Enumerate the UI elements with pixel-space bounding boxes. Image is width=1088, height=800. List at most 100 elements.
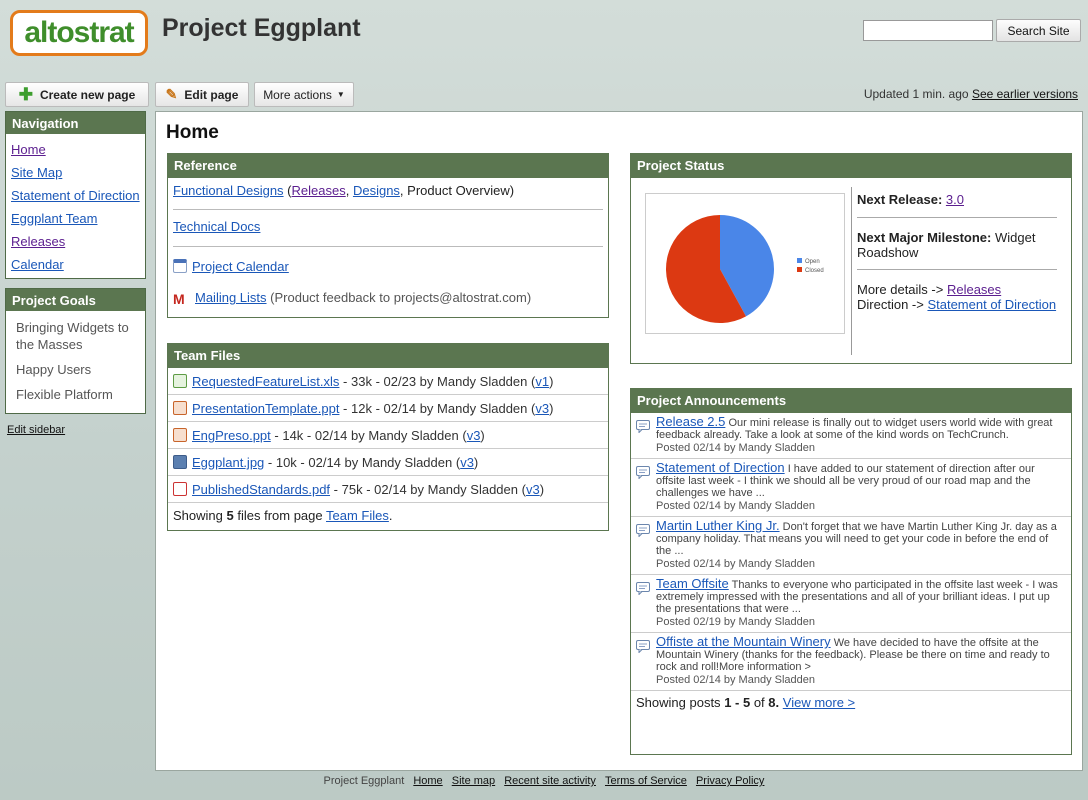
more-actions-button[interactable]: More actions ▼ xyxy=(254,82,354,107)
file-size: 14k xyxy=(282,428,304,443)
file-date: 02/14 xyxy=(308,455,341,470)
updated-info: Updated 1 min. ago See earlier versions xyxy=(864,87,1078,101)
announcement-posted: Posted 02/14 by Mandy Sladden xyxy=(656,558,816,570)
announcement-item: Statement of Direction I have added to o… xyxy=(631,459,1071,517)
footer-site-map-link[interactable]: Site map xyxy=(452,775,495,787)
file-date: 02/14 xyxy=(383,401,417,416)
create-page-button[interactable]: ✚ Create new page xyxy=(5,82,149,107)
statement-of-direction-link[interactable]: Statement of Direction xyxy=(927,297,1056,312)
technical-docs-link[interactable]: Technical Docs xyxy=(173,219,260,234)
announcement-item: Release 2.5 Our mini release is finally … xyxy=(631,413,1071,459)
nav-item-calendar[interactable]: Calendar xyxy=(11,257,64,272)
next-release-link[interactable]: 3.0 xyxy=(946,192,964,207)
nav-item-statement-of-direction[interactable]: Statement of Direction xyxy=(11,188,140,203)
file-date: 02/14 xyxy=(374,482,407,497)
releases-link[interactable]: Releases xyxy=(292,183,346,198)
team-files-footer: Showing 5 files from page Team Files. xyxy=(173,508,393,523)
chevron-down-icon: ▼ xyxy=(336,90,345,99)
file-row: Eggplant.jpg - 10k - 02/14 by Mandy Slad… xyxy=(168,449,608,476)
mailing-lists-link[interactable]: Mailing Lists xyxy=(195,290,267,305)
comment-icon xyxy=(636,524,650,537)
announcements-list: Release 2.5 Our mini release is finally … xyxy=(631,413,1071,691)
team-files-link[interactable]: Team Files xyxy=(326,508,389,523)
main-content: Home Reference Functional Designs (Relea… xyxy=(155,111,1083,771)
file-version-link[interactable]: v3 xyxy=(526,482,540,497)
file-row: PresentationTemplate.ppt - 12k - 02/14 b… xyxy=(168,395,608,422)
team-files-list: RequestedFeatureList.xls - 33k - 02/23 b… xyxy=(168,368,608,503)
more-details-text: More details -> xyxy=(857,282,944,297)
next-release: Next Release: 3.0 xyxy=(857,192,1057,218)
team-files-title: Team Files xyxy=(168,344,608,368)
team-files-panel: Team Files RequestedFeatureList.xls - 33… xyxy=(167,343,609,531)
file-author: Mandy Sladden xyxy=(368,428,459,443)
announcement-body: Statement of Direction I have added to o… xyxy=(636,460,1066,512)
site-title: Project Eggplant xyxy=(162,14,361,42)
file-version-link[interactable]: v3 xyxy=(460,455,474,470)
file-row: PublishedStandards.pdf - 75k - 02/14 by … xyxy=(168,476,608,503)
announcement-title-link[interactable]: Offiste at the Mountain Winery xyxy=(656,634,831,649)
file-link[interactable]: RequestedFeatureList.xls xyxy=(192,374,339,389)
nav-item-releases[interactable]: Releases xyxy=(11,234,65,249)
project-calendar-link[interactable]: Project Calendar xyxy=(192,259,289,274)
goal-item: Happy Users xyxy=(16,362,92,377)
search-input[interactable] xyxy=(863,20,993,41)
file-link[interactable]: PublishedStandards.pdf xyxy=(192,482,330,497)
edit-page-button[interactable]: ✎ Edit page xyxy=(155,82,249,107)
file-row: RequestedFeatureList.xls - 33k - 02/23 b… xyxy=(168,368,608,395)
reference-row-designs: Functional Designs (Releases, Designs, P… xyxy=(173,183,515,198)
announcement-title-link[interactable]: Martin Luther King Jr. xyxy=(656,518,780,533)
file-link[interactable]: PresentationTemplate.ppt xyxy=(192,401,339,416)
file-version-link[interactable]: v3 xyxy=(535,401,549,416)
project-goals-box: Project Goals Bringing Widgets to the Ma… xyxy=(5,288,146,414)
project-goals-title: Project Goals xyxy=(6,289,145,311)
announcement-title-link[interactable]: Statement of Direction xyxy=(656,460,785,475)
footer-privacy-link[interactable]: Privacy Policy xyxy=(696,775,764,787)
project-status-panel: Project Status Open Closed Next Release: … xyxy=(630,153,1072,364)
nav-item-site-map[interactable]: Site Map xyxy=(11,165,62,180)
status-releases-link[interactable]: Releases xyxy=(947,282,1001,297)
footer-terms-link[interactable]: Terms of Service xyxy=(605,775,687,787)
edit-sidebar-link[interactable]: Edit sidebar xyxy=(7,424,65,436)
announcement-body: Martin Luther King Jr. Don't forget that… xyxy=(636,518,1066,570)
file-link[interactable]: Eggplant.jpg xyxy=(192,455,264,470)
footer-recent-activity-link[interactable]: Recent site activity xyxy=(504,775,596,787)
earlier-versions-link[interactable]: See earlier versions xyxy=(972,87,1078,101)
announcements-footer: Showing posts 1 - 5 of 8. View more > xyxy=(631,691,1071,714)
footer-site-name: Project Eggplant xyxy=(323,775,405,787)
comment-icon xyxy=(636,582,650,595)
file-size: 33k xyxy=(350,374,372,389)
comment-icon xyxy=(636,420,650,433)
posts-prefix: Showing posts xyxy=(636,695,721,710)
presentation-icon xyxy=(173,401,187,415)
reference-row-mailing: M Mailing Lists (Product feedback to proj… xyxy=(168,286,608,313)
nav-item-home[interactable]: Home xyxy=(11,142,46,157)
file-version-link[interactable]: v3 xyxy=(467,428,481,443)
file-link[interactable]: EngPreso.ppt xyxy=(192,428,271,443)
updated-text: Updated 1 min. ago xyxy=(863,87,969,101)
goal-item: Bringing Widgets to the Masses xyxy=(16,320,129,352)
next-milestone: Next Major Milestone: Widget Roadshow xyxy=(857,230,1057,270)
search-button[interactable]: Search Site xyxy=(996,19,1081,42)
posts-of: of xyxy=(753,695,765,710)
legend-swatch-closed xyxy=(797,267,802,272)
reference-row-calendar: Project Calendar xyxy=(168,247,608,286)
announcement-posted: Posted 02/19 by Mandy Sladden xyxy=(656,616,816,628)
mailing-note: (Product feedback to projects@altostrat.… xyxy=(270,290,532,305)
functional-designs-link[interactable]: Functional Designs xyxy=(173,183,284,198)
file-version-link[interactable]: v1 xyxy=(535,374,549,389)
designs-link[interactable]: Designs xyxy=(353,183,400,198)
gmail-icon: M xyxy=(173,291,185,307)
presentation-icon xyxy=(173,428,187,442)
nav-item-eggplant-team[interactable]: Eggplant Team xyxy=(11,211,98,226)
view-more-link[interactable]: View more > xyxy=(783,695,855,710)
posts-range: 1 - 5 xyxy=(724,695,751,710)
file-date: 02/14 xyxy=(314,428,348,443)
site-logo[interactable]: altostrat xyxy=(10,10,148,56)
project-status-title: Project Status xyxy=(631,154,1071,178)
announcement-body: Release 2.5 Our mini release is finally … xyxy=(636,414,1066,454)
file-date: 02/23 xyxy=(383,374,417,389)
announcement-title-link[interactable]: Team Offsite xyxy=(656,576,729,591)
footer-home-link[interactable]: Home xyxy=(413,775,442,787)
announcement-title-link[interactable]: Release 2.5 xyxy=(656,414,725,429)
file-author: Mandy Sladden xyxy=(361,455,453,470)
